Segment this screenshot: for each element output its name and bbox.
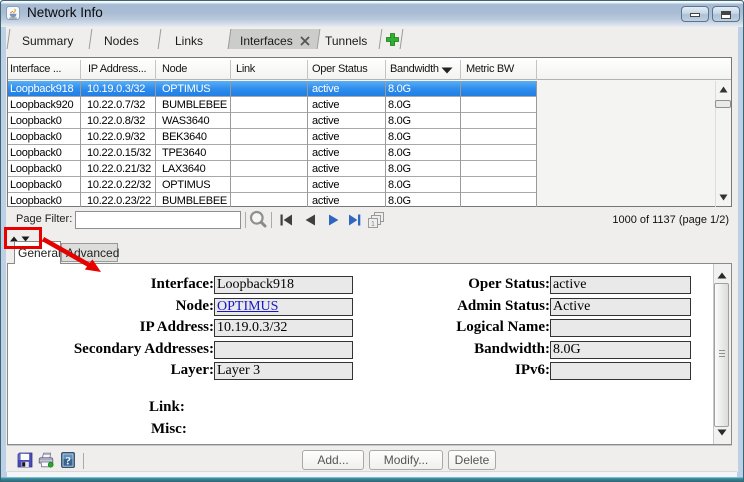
- svg-text:?: ?: [65, 455, 71, 467]
- svg-text:1: 1: [371, 221, 375, 228]
